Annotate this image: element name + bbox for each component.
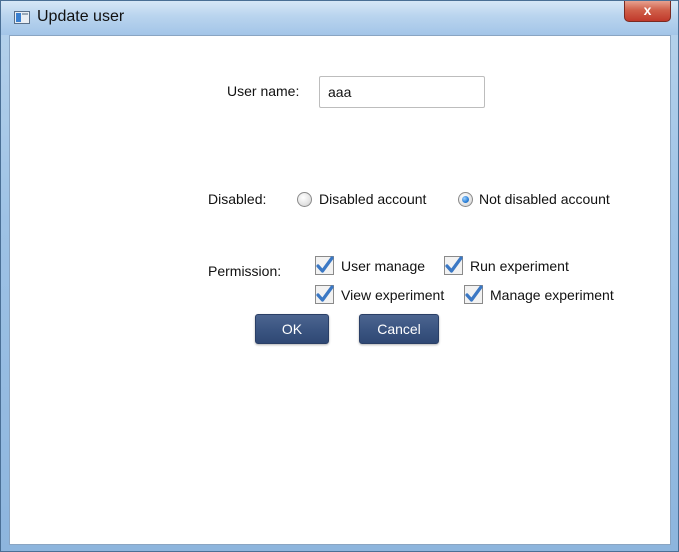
permission-label: Permission: — [208, 263, 282, 279]
window-title: Update user — [37, 8, 125, 25]
window-app-icon — [14, 11, 30, 24]
title-bar[interactable]: Update user x — [1, 1, 678, 35]
disabled-label: Disabled: — [208, 191, 267, 207]
checkbox-user-manage-label[interactable]: User manage — [341, 258, 425, 274]
close-button[interactable]: x — [624, 1, 671, 22]
checkbox-view-experiment-label[interactable]: View experiment — [341, 287, 444, 303]
username-label: User name: — [227, 83, 300, 99]
checkbox-user-manage[interactable] — [315, 256, 334, 275]
checkbox-manage-experiment-label[interactable]: Manage experiment — [490, 287, 614, 303]
radio-disabled-account-label[interactable]: Disabled account — [319, 191, 426, 207]
checkbox-run-experiment-label[interactable]: Run experiment — [470, 258, 569, 274]
radio-not-disabled-account[interactable] — [458, 192, 473, 207]
update-user-window: Update user x User name: Disabled: Disab… — [0, 0, 679, 552]
radio-not-disabled-account-label[interactable]: Not disabled account — [479, 191, 610, 207]
cancel-button[interactable]: Cancel — [359, 314, 439, 344]
checkbox-view-experiment[interactable] — [315, 285, 334, 304]
ok-button[interactable]: OK — [255, 314, 329, 344]
username-input[interactable] — [319, 76, 485, 108]
radio-disabled-account[interactable] — [297, 192, 312, 207]
checkbox-run-experiment[interactable] — [444, 256, 463, 275]
checkbox-manage-experiment[interactable] — [464, 285, 483, 304]
